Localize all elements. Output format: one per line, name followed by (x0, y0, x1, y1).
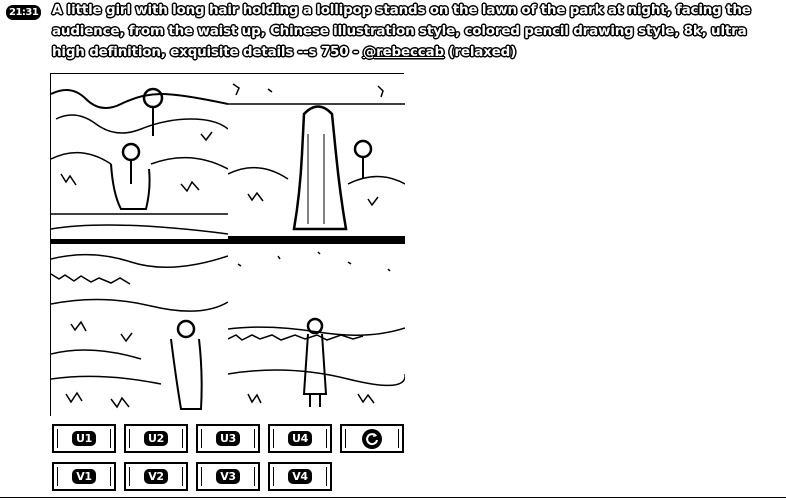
generation-mode: (relaxed) (443, 44, 517, 60)
upscale-button-2-label: U2 (144, 431, 168, 446)
image-tile-2[interactable] (228, 74, 405, 244)
upscale-button-4-label: U4 (288, 431, 312, 446)
image-1-illustration (51, 74, 228, 244)
upscale-button-1-label: U1 (72, 431, 96, 446)
variation-button-row: V1 V2 V3 V4 (52, 462, 332, 491)
message-divider (0, 497, 786, 498)
upscale-button-1[interactable]: U1 (52, 424, 116, 453)
variation-button-1[interactable]: V1 (52, 462, 116, 491)
image-3-illustration (51, 244, 228, 417)
variation-button-3-label: V3 (216, 469, 240, 484)
image-4-illustration (228, 244, 405, 417)
upscale-button-3[interactable]: U3 (196, 424, 260, 453)
variation-button-4[interactable]: V4 (268, 462, 332, 491)
reroll-button[interactable] (340, 424, 404, 453)
message-timestamp: 21:31 (6, 5, 42, 20)
image-tile-4[interactable] (228, 244, 405, 417)
variation-button-2[interactable]: V2 (124, 462, 188, 491)
refresh-icon (362, 428, 382, 449)
variation-button-4-label: V4 (288, 469, 312, 484)
variation-button-3[interactable]: V3 (196, 462, 260, 491)
upscale-button-3-label: U3 (216, 431, 240, 446)
upscale-button-row: U1 U2 U3 U4 (52, 424, 404, 453)
upscale-button-2[interactable]: U2 (124, 424, 188, 453)
image-2-illustration (228, 74, 405, 244)
image-tile-3[interactable] (51, 244, 228, 417)
user-mention[interactable]: @rebeccab (363, 44, 444, 60)
variation-button-2-label: V2 (144, 469, 168, 484)
prompt-text: A little girl with long hair holding a l… (52, 0, 772, 63)
upscale-button-4[interactable]: U4 (268, 424, 332, 453)
image-tile-1[interactable] (51, 74, 228, 244)
image-grid[interactable] (50, 73, 405, 417)
variation-button-1-label: V1 (72, 469, 96, 484)
